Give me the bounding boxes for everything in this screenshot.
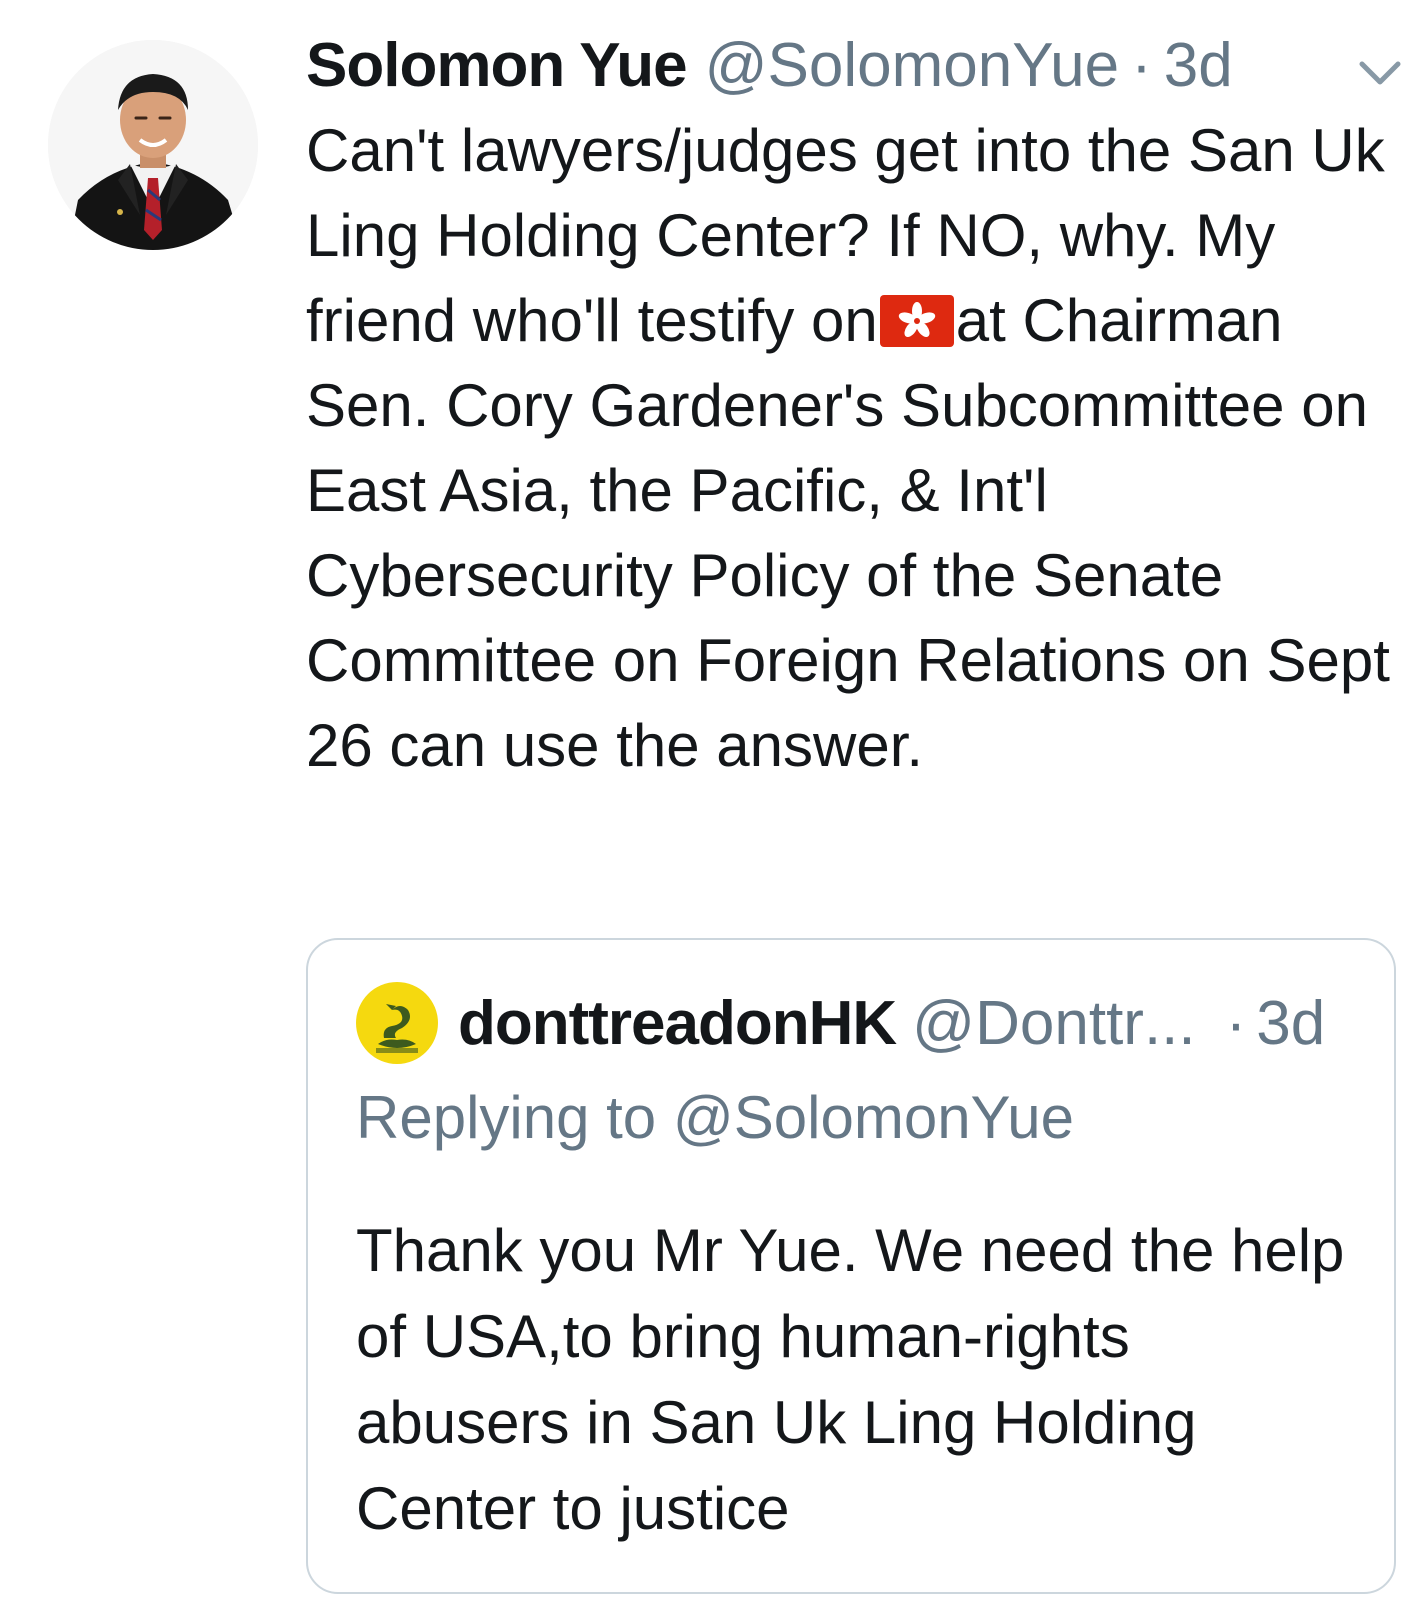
quoted-author-name[interactable]: donttreadonHK <box>458 988 897 1059</box>
replying-to-label[interactable]: Replying to @SolomonYue <box>356 1078 1074 1158</box>
author-avatar-image <box>48 40 258 250</box>
quoted-tweet-timestamp[interactable]: 3d <box>1256 988 1325 1059</box>
separator-dot: · <box>1131 31 1152 100</box>
handle-ellipsis: ... <box>1143 988 1196 1058</box>
author-avatar[interactable] <box>48 40 258 250</box>
tweet-content: Solomon Yue @SolomonYue · 3d Can't lawye… <box>306 26 1406 788</box>
hong-kong-flag-icon <box>879 295 954 347</box>
quoted-tweet-text: Thank you Mr Yue. We need the help of US… <box>356 1217 1345 1542</box>
author-name[interactable]: Solomon Yue <box>306 26 688 106</box>
quoted-author-avatar <box>356 982 438 1064</box>
quoted-tweet[interactable]: donttreadonHK @Donttr... · 3d Replying t… <box>306 938 1396 1594</box>
quoted-tweet-header: donttreadonHK @Donttr... · 3d <box>356 978 1325 1068</box>
tweet[interactable]: Solomon Yue @SolomonYue · 3d Can't lawye… <box>0 0 1426 1609</box>
tweet-text: Can't lawyers/judges get into the San Uk… <box>306 108 1406 788</box>
tweet-header: Solomon Yue @SolomonYue · 3d <box>306 26 1406 106</box>
tweet-timestamp[interactable]: 3d <box>1164 26 1233 106</box>
tweet-text-part-2: at Chairman Sen. Cory Gardener's Subcomm… <box>306 287 1390 779</box>
quoted-separator-dot: · <box>1225 988 1247 1058</box>
chevron-down-icon[interactable] <box>1356 54 1404 94</box>
quoted-author-handle[interactable]: @Donttr <box>912 988 1144 1059</box>
gadsden-flag-icon <box>356 982 438 1064</box>
author-handle[interactable]: @SolomonYue <box>705 26 1120 106</box>
